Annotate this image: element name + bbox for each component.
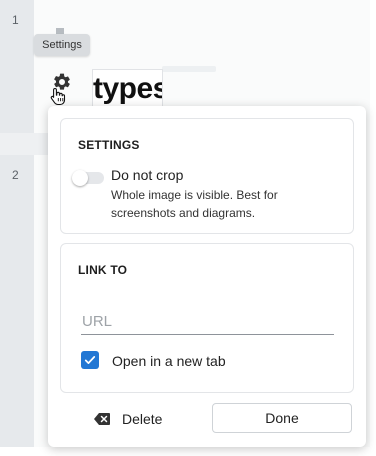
- link-card: LINK TO Open in a new tab: [60, 243, 354, 393]
- delete-button[interactable]: Delete: [94, 407, 184, 431]
- hand-cursor-icon: [48, 86, 68, 106]
- do-not-crop-label: Do not crop: [111, 167, 184, 183]
- toggle-knob: [72, 170, 88, 186]
- line-number: 2: [12, 168, 19, 182]
- backspace-icon: [94, 413, 110, 425]
- url-input[interactable]: [81, 308, 334, 335]
- image-settings-popover: SETTINGS Do not crop Whole image is visi…: [48, 106, 366, 447]
- do-not-crop-toggle[interactable]: [72, 170, 104, 186]
- placeholder-line: [162, 66, 216, 72]
- logo-text: types: [93, 72, 163, 105]
- settings-tooltip: Settings: [34, 34, 90, 56]
- delete-label: Delete: [122, 411, 163, 427]
- open-new-tab-checkbox[interactable]: [81, 351, 99, 369]
- do-not-crop-help: Whole image is visible. Best for screens…: [111, 188, 278, 220]
- line-number-gutter: 1 2: [0, 0, 34, 447]
- settings-heading: SETTINGS: [78, 138, 140, 152]
- line-number: 1: [12, 13, 19, 27]
- open-new-tab-label: Open in a new tab: [112, 353, 226, 369]
- gutter-active-line: [0, 133, 34, 155]
- checkmark-icon: [84, 356, 96, 364]
- link-heading: LINK TO: [78, 263, 128, 277]
- settings-card: SETTINGS Do not crop Whole image is visi…: [60, 118, 354, 234]
- done-button[interactable]: Done: [212, 403, 352, 433]
